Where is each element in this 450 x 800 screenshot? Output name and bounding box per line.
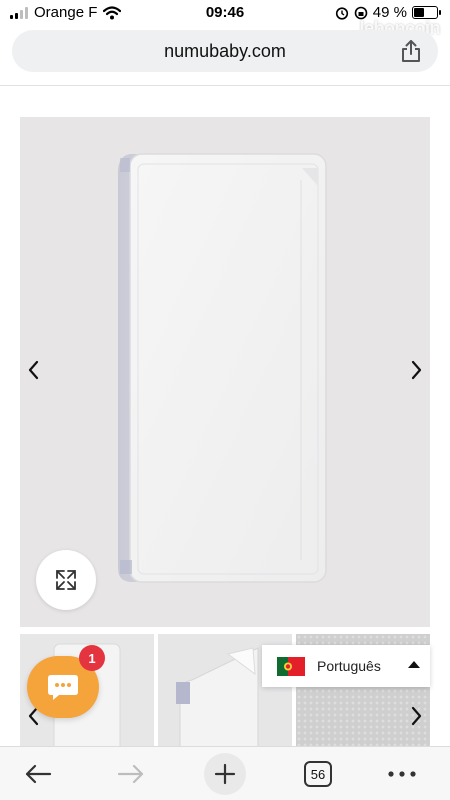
forward-arrow-icon	[117, 764, 144, 784]
back-arrow-icon	[25, 764, 52, 784]
expand-icon	[56, 570, 76, 590]
caret-up-icon	[408, 661, 420, 668]
product-image-gallery[interactable]	[20, 117, 430, 627]
tabs-button[interactable]: 56	[298, 755, 338, 793]
product-image	[118, 153, 327, 583]
phone-screen: Orange F 09:46 49 % leboncoin numubaby.c…	[0, 0, 450, 800]
browser-toolbar: 56	[0, 746, 450, 800]
forward-button[interactable]	[111, 755, 151, 793]
address-bar[interactable]: numubaby.com	[12, 30, 438, 72]
back-button[interactable]	[18, 755, 58, 793]
chevron-left-icon[interactable]	[24, 358, 44, 382]
header-divider	[0, 85, 450, 86]
zoom-button[interactable]	[36, 550, 96, 610]
new-tab-circle	[204, 753, 246, 795]
url-text[interactable]: numubaby.com	[12, 41, 438, 62]
chat-badge: 1	[79, 645, 105, 671]
tabs-count: 56	[304, 761, 332, 787]
share-icon[interactable]	[398, 38, 424, 64]
more-icon	[388, 771, 416, 777]
language-selector[interactable]: Português	[262, 645, 430, 687]
status-bar: Orange F 09:46 49 % leboncoin	[0, 0, 450, 38]
plus-icon	[214, 763, 236, 785]
new-tab-button[interactable]	[204, 753, 246, 795]
chevron-right-icon[interactable]	[406, 704, 426, 728]
chat-bubble-icon	[48, 675, 78, 700]
portugal-flag-icon	[277, 656, 305, 676]
language-label: Português	[317, 658, 381, 674]
alarm-icon	[335, 6, 348, 20]
more-button[interactable]	[382, 755, 422, 793]
battery-fill	[414, 8, 425, 17]
chevron-right-icon[interactable]	[406, 358, 426, 382]
